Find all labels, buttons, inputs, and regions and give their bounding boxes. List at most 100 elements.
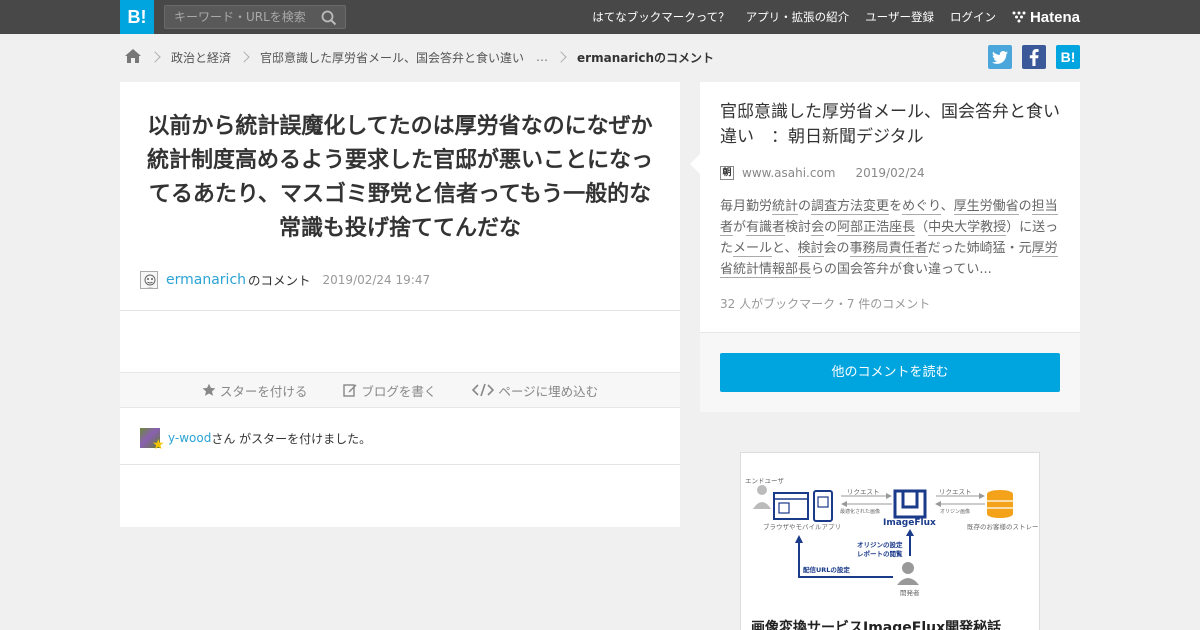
star-notice-text: さん がスターを付けました。 <box>211 431 372 446</box>
summary-text: が <box>733 220 747 235</box>
nav-apps[interactable]: アプリ・拡張の紹介 <box>746 9 850 25</box>
summary-text: の <box>1018 199 1032 214</box>
diagram-label-response: 最適化された画像 <box>840 509 881 515</box>
star-icon: ★ <box>152 437 165 453</box>
nav-login[interactable]: ログイン <box>950 9 996 25</box>
facebook-share-button[interactable] <box>1022 45 1046 69</box>
embed-label: ページに埋め込む <box>498 383 599 399</box>
entry-title[interactable]: 官邸意識した厚労省メール、国会答弁と食い違い ：朝日新聞デジタル <box>720 100 1065 150</box>
summary-keyword[interactable]: 責任者 <box>888 241 928 257</box>
edit-icon <box>343 384 357 397</box>
summary-text: らの国会答弁が食い違ってい... <box>811 262 992 277</box>
ad-banner[interactable]: エンドユーザ ブラウザやモバイルアプリ リクエスト 最適化された画像 Image… <box>740 452 1040 630</box>
comment-text: 以前から統計誤魔化してたのは厚労省なのになぜか統計制度高めるよう要求した官邸が悪… <box>146 114 653 241</box>
summary-keyword[interactable]: 阿部正浩座長 <box>837 220 916 236</box>
write-blog-label: ブログを書く <box>361 383 437 399</box>
summary-text: 毎月勤労 <box>720 199 773 214</box>
embed-button[interactable]: ページに埋め込む <box>472 381 598 400</box>
comment-user-suffix: のコメント <box>248 273 311 288</box>
summary-keyword[interactable]: 厚生労働省 <box>953 199 1019 215</box>
code-icon <box>472 383 495 397</box>
summary-keyword[interactable]: めぐり <box>902 199 941 215</box>
summary-text: と、 <box>772 241 798 256</box>
nav-signup[interactable]: ユーザー登録 <box>865 9 934 25</box>
summary-text: の <box>798 199 812 214</box>
chevron-right-icon <box>238 51 250 63</box>
diagram-label-developer: 開発者 <box>900 589 920 597</box>
search-icon[interactable] <box>321 10 337 30</box>
summary-text: 検討 <box>785 220 812 235</box>
comment-user-link[interactable]: ermanarich <box>166 272 246 288</box>
entry-summary: 毎月勤労統計の調査方法変更をめぐり、厚生労働省の担当者が有識者検討会の阿部正浩座… <box>720 196 1060 280</box>
write-blog-button[interactable]: ブログを書く <box>343 381 436 400</box>
top-nav: はてなブックマークって？ アプリ・拡張の紹介 ユーザー登録 ログイン Haten… <box>576 0 1080 34</box>
nav-about[interactable]: はてなブックマークって？ <box>592 9 729 25</box>
breadcrumb-entry[interactable]: 官邸意識した厚労省メール、国会答弁と食い違い <box>260 49 524 66</box>
entry-date: 2019/02/24 <box>855 166 925 180</box>
diagram-label-origin-request: リクエスト <box>939 488 972 496</box>
summary-keyword[interactable]: メール <box>733 241 773 257</box>
summary-keyword[interactable]: 会 <box>811 220 825 236</box>
hatena-bookmark-logo[interactable]: B! <box>120 0 154 34</box>
summary-keyword[interactable]: 有識者 <box>746 220 786 236</box>
divider <box>120 310 680 311</box>
summary-keyword[interactable]: 検討 <box>797 241 824 257</box>
entry-pointer <box>680 154 700 174</box>
breadcrumb-category[interactable]: 政治と経済 <box>171 49 231 66</box>
avatar[interactable] <box>140 270 158 289</box>
action-bar: スターを付ける ブログを書く ページに埋め込む <box>120 372 680 408</box>
read-comments-button[interactable]: 他のコメントを読む <box>720 353 1060 392</box>
breadcrumb-ellipsis: … <box>536 50 549 64</box>
chevron-right-icon <box>149 51 161 63</box>
ad-title[interactable]: 画像変換サービスImageFlux開発秘話 <box>751 617 1001 630</box>
top-bar: B! はてなブックマークって？ アプリ・拡張の紹介 ユーザー登録 ログイン Ha… <box>0 0 1200 34</box>
home-icon[interactable] <box>124 48 142 67</box>
entry-source: 朝 www.asahi.com 2019/02/24 <box>720 166 925 180</box>
search-input[interactable] <box>165 6 315 28</box>
diagram-label-url-setting: 配信URLの設定 <box>803 566 850 574</box>
site-favicon: 朝 <box>720 166 734 180</box>
breadcrumb: 政治と経済 官邸意識した厚労省メール、国会答弁と食い違い … ermanaric… <box>124 47 714 67</box>
diagram-label-settings: オリジンの設定 レポートの閲覧 <box>857 541 903 558</box>
summary-text: を <box>889 199 903 214</box>
hatena-share-button[interactable]: B! <box>1056 45 1080 69</box>
diagram-label-request: リクエスト <box>847 488 880 496</box>
divider <box>120 464 680 465</box>
chevron-right-icon <box>555 51 567 63</box>
hatena-brand-label: Hatena <box>1029 8 1080 26</box>
summary-keyword[interactable]: 教授 <box>980 220 1007 236</box>
entry-site-link[interactable]: www.asahi.com <box>742 166 836 180</box>
star-notice: ★ y-wood さん がスターを付けました。 <box>140 428 372 452</box>
diagram-label-product: ImageFlux <box>883 518 936 528</box>
comment-meta: ermanarich のコメント 2019/02/24 19:47 <box>140 270 430 289</box>
comment-card: 以前から統計誤魔化してたのは厚労省なのになぜか統計制度高めるよう要求した官邸が悪… <box>120 82 680 527</box>
entry-footer: 他のコメントを読む <box>700 332 1080 412</box>
diagram-label-origin-image: オリジン画像 <box>940 509 971 515</box>
twitter-share-button[interactable] <box>988 45 1012 69</box>
summary-keyword[interactable]: 事務局 <box>849 241 889 257</box>
comment-date: 2019/02/24 19:47 <box>322 272 431 287</box>
summary-text: 会の <box>823 241 850 256</box>
star-user-link[interactable]: y-wood <box>168 431 211 445</box>
summary-keyword[interactable]: 中央大学 <box>928 220 981 236</box>
summary-text: （ <box>915 220 929 235</box>
add-star-label: スターを付ける <box>219 383 308 399</box>
summary-keyword[interactable]: 統計 <box>772 199 799 215</box>
search-box <box>164 5 346 29</box>
entry-card: 官邸意識した厚労省メール、国会答弁と食い違い ：朝日新聞デジタル 朝 www.a… <box>700 82 1080 412</box>
summary-keyword[interactable]: 調査方法変更 <box>811 199 890 215</box>
twitter-icon <box>992 50 1008 64</box>
summary-text: の <box>824 220 838 235</box>
facebook-icon <box>1029 48 1039 66</box>
diagram-label-end-user: エンドユーザ <box>745 477 784 485</box>
entry-stats: 32 人がブックマーク・7 件のコメント <box>720 297 931 311</box>
star-user-avatar[interactable]: ★ <box>140 428 165 452</box>
diagram-label-storage: 既存のお客様のストレージ <box>967 523 1040 531</box>
hatena-brand[interactable]: Hatena <box>1012 9 1080 26</box>
star-icon <box>202 383 216 396</box>
diagram-label-client: ブラウザやモバイルアプリ <box>763 523 841 531</box>
breadcrumb-current: ermanarichのコメント <box>577 50 715 65</box>
summary-text: だった姉崎猛・元 <box>927 241 1032 256</box>
summary-text: 、 <box>940 199 954 214</box>
add-star-button[interactable]: スターを付ける <box>202 381 308 400</box>
